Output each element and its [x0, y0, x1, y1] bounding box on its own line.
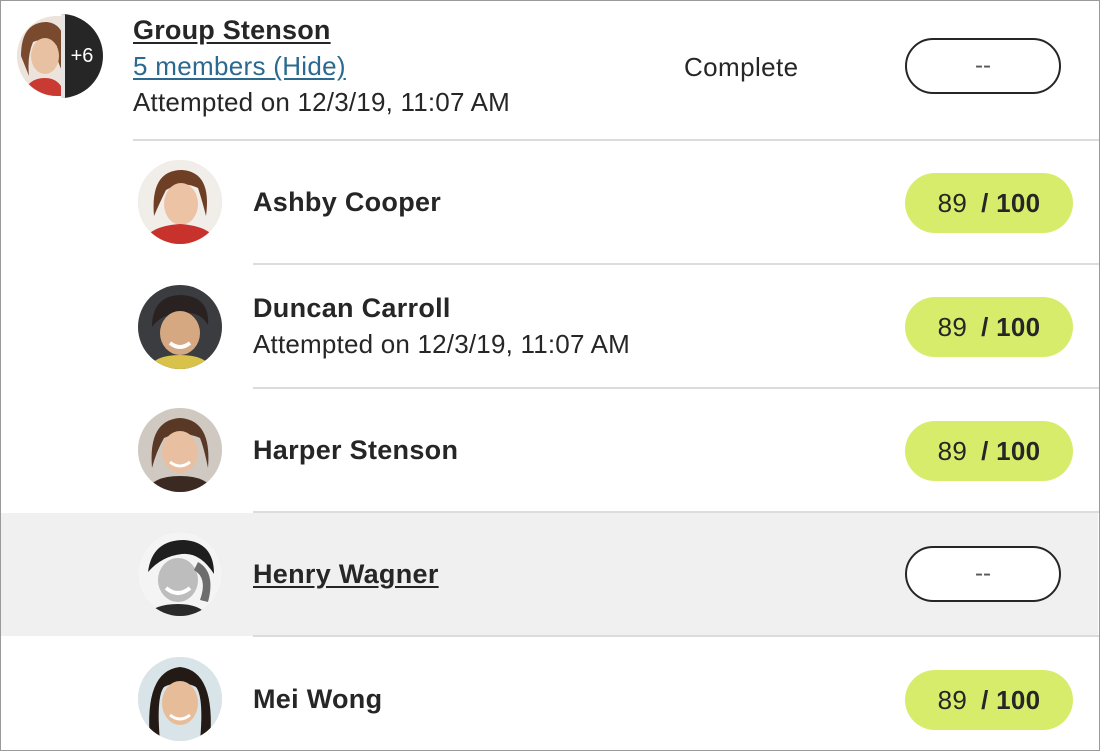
grade-score: 89	[937, 187, 968, 218]
grade-button[interactable]: --	[905, 546, 1061, 602]
avatar	[138, 160, 222, 244]
group-member-photo	[17, 16, 65, 96]
avatar	[138, 657, 222, 741]
members-toggle-link[interactable]: 5 members (Hide)	[133, 51, 346, 82]
divider	[133, 139, 1099, 141]
group-attempted-date: Attempted on 12/3/19, 11:07 AM	[133, 87, 510, 117]
grade-pill[interactable]: 89 / 100	[905, 297, 1073, 357]
more-members-count: +6	[61, 14, 103, 98]
divider	[253, 387, 1099, 389]
group-name-link[interactable]: Group Stenson	[133, 15, 331, 46]
grade-score: 89	[937, 684, 968, 715]
divider	[253, 635, 1099, 637]
grade-pill[interactable]: 89 / 100	[905, 173, 1073, 233]
grade-score: 89	[937, 311, 968, 342]
member-name: Harper Stenson	[253, 435, 459, 465]
avatar	[138, 285, 222, 369]
member-attempted-date: Attempted on 12/3/19, 11:07 AM	[253, 329, 630, 359]
grade-total: / 100	[981, 187, 1041, 218]
grade-score: 89	[937, 435, 968, 466]
member-name-link[interactable]: Henry Wagner	[253, 559, 439, 590]
grade-pill[interactable]: 89 / 100	[905, 421, 1073, 481]
member-name: Mei Wong	[253, 684, 383, 714]
group-status: Complete	[684, 52, 799, 82]
grade-total: / 100	[981, 311, 1041, 342]
avatar	[138, 408, 222, 492]
member-name: Duncan Carroll	[253, 293, 451, 323]
grade-pill[interactable]: 89 / 100	[905, 670, 1073, 730]
avatar	[138, 532, 222, 616]
group-grade-button[interactable]: --	[905, 38, 1061, 94]
grade-total: / 100	[981, 684, 1041, 715]
member-name: Ashby Cooper	[253, 187, 442, 217]
group-avatar: +6	[17, 14, 103, 98]
divider	[253, 263, 1099, 265]
grade-total: / 100	[981, 435, 1041, 466]
